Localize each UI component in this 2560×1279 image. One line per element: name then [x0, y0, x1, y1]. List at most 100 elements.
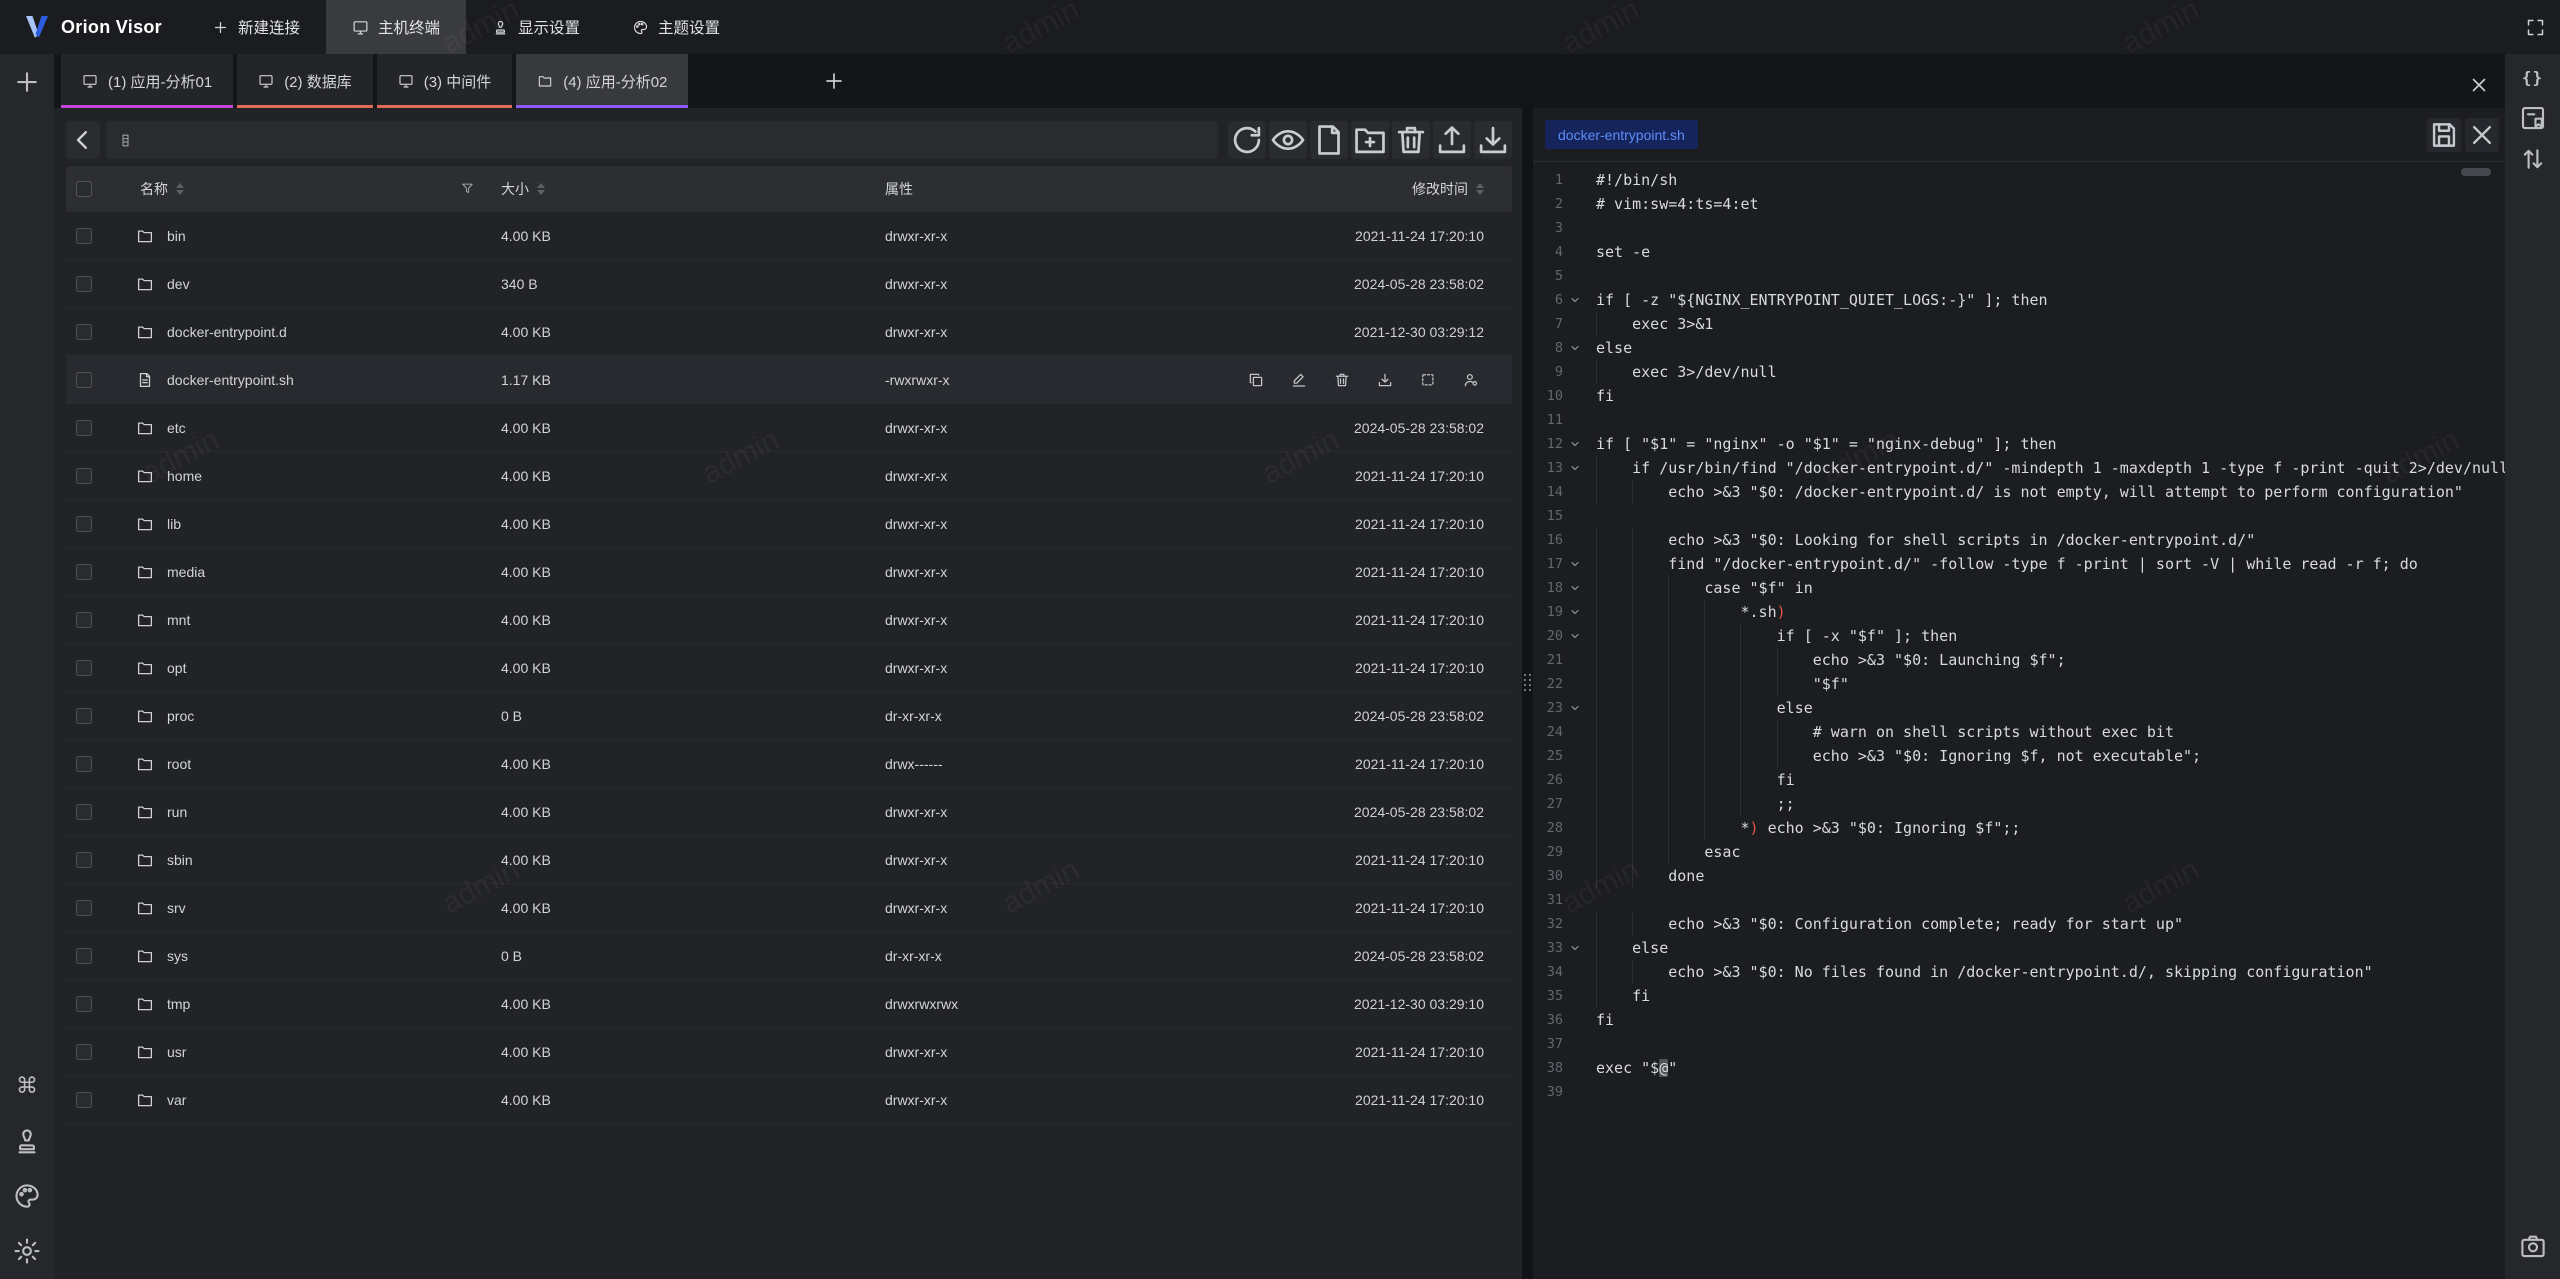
table-row[interactable]: dev340 Bdrwxr-xr-x2024-05-28 23:58:02 — [66, 260, 1512, 308]
close-panel-button[interactable] — [2467, 69, 2491, 93]
row-checkbox[interactable] — [76, 612, 92, 628]
table-row[interactable]: etc4.00 KBdrwxr-xr-x2024-05-28 23:58:02 — [66, 404, 1512, 452]
row-edit-button[interactable] — [1290, 371, 1308, 389]
row-checkbox[interactable] — [76, 948, 92, 964]
fold-chevron-icon[interactable] — [1569, 942, 1581, 954]
table-row[interactable]: bin4.00 KBdrwxr-xr-x2021-11-24 17:20:10 — [66, 212, 1512, 260]
panel-splitter[interactable] — [1522, 108, 1533, 1279]
nav-item-label: 新建连接 — [238, 16, 300, 38]
delete-button[interactable] — [1392, 121, 1430, 159]
table-row[interactable]: opt4.00 KBdrwxr-xr-x2021-11-24 17:20:10 — [66, 644, 1512, 692]
row-checkbox[interactable] — [76, 420, 92, 436]
format-button[interactable]: {} — [2518, 62, 2548, 92]
fold-chevron-icon[interactable] — [1569, 294, 1581, 306]
nav-item-display-settings[interactable]: 显示设置 — [466, 0, 606, 54]
table-row[interactable]: root4.00 KBdrwx------2021-11-24 17:20:10 — [66, 740, 1512, 788]
table-row[interactable]: sbin4.00 KBdrwxr-xr-x2021-11-24 17:20:10 — [66, 836, 1512, 884]
sort-size[interactable] — [537, 183, 545, 195]
terminal-tab-4[interactable]: (4) 应用-分析02 — [516, 54, 688, 108]
settings-button[interactable] — [12, 1236, 42, 1266]
row-checkbox[interactable] — [76, 708, 92, 724]
theme-settings-button[interactable] — [12, 1181, 42, 1211]
table-row[interactable]: var4.00 KBdrwxr-xr-x2021-11-24 17:20:10 — [66, 1076, 1512, 1124]
upload-button[interactable] — [1433, 121, 1471, 159]
row-delete-button[interactable] — [1333, 371, 1351, 389]
path-input[interactable] — [141, 121, 1218, 159]
table-row[interactable]: usr4.00 KBdrwxr-xr-x2021-11-24 17:20:10 — [66, 1028, 1512, 1076]
nav-item-theme-settings[interactable]: 主题设置 — [606, 0, 746, 54]
save-file-button[interactable] — [2427, 118, 2461, 152]
terminal-tab-1[interactable]: (1) 应用-分析01 — [61, 54, 233, 108]
row-copy-button[interactable] — [1247, 371, 1265, 389]
new-file-button[interactable] — [1310, 121, 1348, 159]
column-header-mtime[interactable]: 修改时间 — [1412, 179, 1468, 199]
line-number: 14 — [1533, 480, 1563, 504]
row-download-button[interactable] — [1376, 371, 1394, 389]
fold-chevron-icon[interactable] — [1569, 438, 1581, 450]
refresh-button[interactable] — [1228, 121, 1266, 159]
fold-chevron-icon[interactable] — [1569, 558, 1581, 570]
terminal-tab-3[interactable]: (3) 中间件 — [377, 54, 513, 108]
fold-chevron-icon[interactable] — [1569, 606, 1581, 618]
table-row[interactable]: mnt4.00 KBdrwxr-xr-x2021-11-24 17:20:10 — [66, 596, 1512, 644]
add-tab-button[interactable] — [822, 69, 846, 93]
table-row[interactable]: home4.00 KBdrwxr-xr-x2021-11-24 17:20:10 — [66, 452, 1512, 500]
scrollbar-thumb[interactable] — [2461, 168, 2491, 176]
splitter-grip-icon[interactable] — [1524, 674, 1531, 691]
nav-item-host-terminal[interactable]: 主机终端 — [326, 0, 466, 54]
row-checkbox[interactable] — [76, 324, 92, 340]
sort-name[interactable] — [176, 183, 184, 195]
row-checkbox[interactable] — [76, 276, 92, 292]
fullscreen-icon[interactable] — [2525, 17, 2546, 38]
nav-item-new-connection[interactable]: 新建连接 — [186, 0, 326, 54]
screenshot-button[interactable] — [2518, 1231, 2548, 1261]
new-folder-button[interactable] — [1351, 121, 1389, 159]
fold-chevron-icon[interactable] — [1569, 462, 1581, 474]
fold-chevron-icon[interactable] — [1569, 630, 1581, 642]
table-row[interactable]: lib4.00 KBdrwxr-xr-x2021-11-24 17:20:10 — [66, 500, 1512, 548]
add-connection-button[interactable] — [12, 67, 42, 97]
column-header-name[interactable]: 名称 — [140, 179, 168, 199]
close-editor-button[interactable] — [2465, 118, 2499, 152]
row-checkbox[interactable] — [76, 756, 92, 772]
fold-chevron-icon[interactable] — [1569, 702, 1581, 714]
fold-chevron-icon[interactable] — [1569, 582, 1581, 594]
row-checkbox[interactable] — [76, 804, 92, 820]
row-checkbox[interactable] — [76, 468, 92, 484]
table-row[interactable]: proc0 Bdr-xr-xr-x2024-05-28 23:58:02 — [66, 692, 1512, 740]
row-checkbox[interactable] — [76, 1044, 92, 1060]
command-button[interactable]: ⌘ — [12, 1071, 42, 1101]
row-checkbox[interactable] — [76, 1092, 92, 1108]
select-all-checkbox[interactable] — [76, 181, 92, 197]
row-checkbox[interactable] — [76, 660, 92, 676]
table-row[interactable]: docker-entrypoint.sh1.17 KB-rwxrwxr-x — [66, 356, 1512, 404]
row-checkbox[interactable] — [76, 996, 92, 1012]
table-row[interactable]: docker-entrypoint.d4.00 KBdrwxr-xr-x2021… — [66, 308, 1512, 356]
row-checkbox[interactable] — [76, 228, 92, 244]
download-button[interactable] — [1474, 121, 1512, 159]
row-permissions-button[interactable] — [1462, 371, 1480, 389]
column-header-size[interactable]: 大小 — [501, 179, 529, 199]
fold-chevron-icon[interactable] — [1569, 342, 1581, 354]
row-checkbox[interactable] — [76, 852, 92, 868]
row-checkbox[interactable] — [76, 372, 92, 388]
table-row[interactable]: media4.00 KBdrwxr-xr-x2021-11-24 17:20:1… — [66, 548, 1512, 596]
table-row[interactable]: sys0 Bdr-xr-xr-x2024-05-28 23:58:02 — [66, 932, 1512, 980]
terminal-tab-2[interactable]: (2) 数据库 — [237, 54, 373, 108]
back-button[interactable] — [66, 121, 100, 159]
row-checkbox[interactable] — [76, 900, 92, 916]
row-move-button[interactable] — [1419, 371, 1437, 389]
file-attributes: drwxr-xr-x — [843, 420, 1229, 436]
sort-lines-button[interactable] — [2518, 144, 2548, 174]
row-checkbox[interactable] — [76, 516, 92, 532]
sort-mtime[interactable] — [1476, 183, 1484, 195]
table-row[interactable]: tmp4.00 KBdrwxrwxrwx2021-12-30 03:29:10 — [66, 980, 1512, 1028]
preview-button[interactable] — [1269, 121, 1307, 159]
file-bookmark-button[interactable] — [2518, 103, 2548, 133]
open-file-tag[interactable]: docker-entrypoint.sh — [1545, 120, 1698, 149]
row-checkbox[interactable] — [76, 564, 92, 580]
display-settings-button[interactable] — [12, 1126, 42, 1156]
code-editor[interactable]: 1#!/bin/sh2# vim:sw=4:ts=4:et34set -e56i… — [1533, 162, 2505, 1279]
table-row[interactable]: run4.00 KBdrwxr-xr-x2024-05-28 23:58:02 — [66, 788, 1512, 836]
table-row[interactable]: srv4.00 KBdrwxr-xr-x2021-11-24 17:20:10 — [66, 884, 1512, 932]
